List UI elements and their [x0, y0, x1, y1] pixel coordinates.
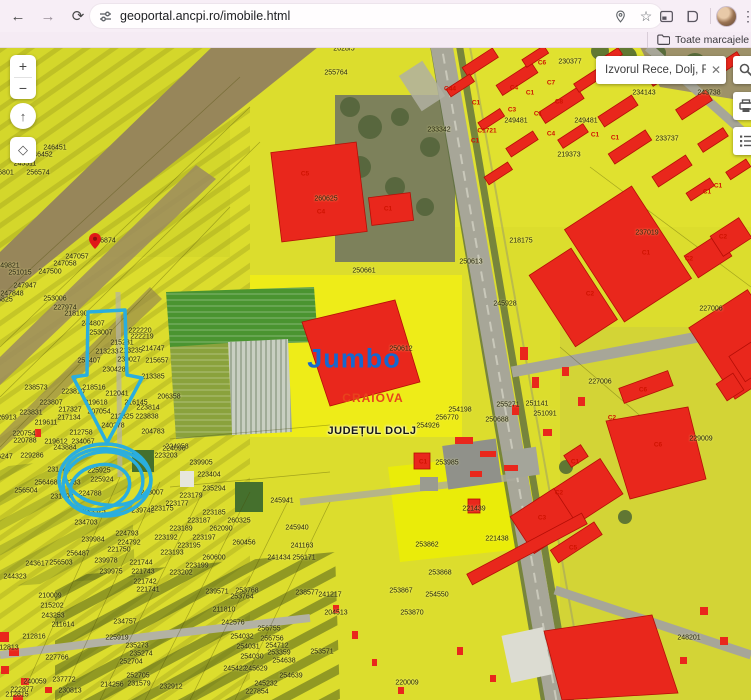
- print-button[interactable]: [733, 92, 751, 120]
- search-button[interactable]: [733, 56, 751, 84]
- clear-search-icon[interactable]: ✕: [706, 63, 726, 77]
- jumbo-store-label: Jumbo: [307, 343, 401, 374]
- side-panel-icon[interactable]: [655, 5, 677, 27]
- reload-button[interactable]: ⟳: [66, 4, 90, 28]
- toolbar-divider: [710, 8, 711, 24]
- search-icon: [739, 63, 751, 77]
- browser-toolbar: ← → ⟳ ⌂ geoportal.ancpi.ro/imobile.html …: [0, 0, 751, 32]
- browser-chrome: ← → ⟳ ⌂ geoportal.ancpi.ro/imobile.html …: [0, 0, 751, 48]
- toolbar-right: ⋮: [655, 4, 751, 28]
- map-search-box[interactable]: Izvorul Rece, Dolj, ROU ✕: [596, 56, 726, 84]
- address-bar[interactable]: geoportal.ancpi.ro/imobile.html ☆: [90, 4, 662, 28]
- geolocate-button[interactable]: ◇: [10, 137, 36, 163]
- county-label: JUDEȚUL DOLJ: [327, 425, 417, 437]
- browser-menu-icon[interactable]: ⋮: [741, 8, 751, 25]
- north-arrow-button[interactable]: ↑: [10, 103, 36, 129]
- forward-button[interactable]: →: [36, 4, 60, 28]
- profile-avatar[interactable]: [716, 5, 737, 27]
- bookmarks-folder-label[interactable]: Toate marcajele: [675, 34, 751, 46]
- bookmarks-divider: [647, 31, 648, 48]
- city-label: CRAIOVA: [342, 391, 404, 405]
- extensions-icon[interactable]: [680, 5, 702, 27]
- search-input[interactable]: Izvorul Rece, Dolj, ROU: [605, 64, 706, 76]
- bookmark-star-icon[interactable]: ☆: [636, 6, 656, 26]
- folder-icon[interactable]: [657, 34, 670, 45]
- legend-icon: [739, 135, 751, 147]
- zoom-out-button[interactable]: −: [10, 78, 36, 100]
- zoom-control: + −: [10, 55, 36, 99]
- site-settings-icon[interactable]: [99, 10, 112, 23]
- zoom-in-button[interactable]: +: [10, 55, 36, 77]
- bookmarks-bar: Toate marcajele: [0, 31, 751, 48]
- legend-button[interactable]: [733, 127, 751, 155]
- print-icon: [738, 99, 751, 112]
- url-text[interactable]: geoportal.ancpi.ro/imobile.html: [120, 9, 610, 23]
- location-pin-icon[interactable]: [610, 6, 630, 26]
- back-button[interactable]: ←: [6, 4, 30, 28]
- map-viewport[interactable]: 2464512464522455114680125657424982125101…: [0, 47, 751, 700]
